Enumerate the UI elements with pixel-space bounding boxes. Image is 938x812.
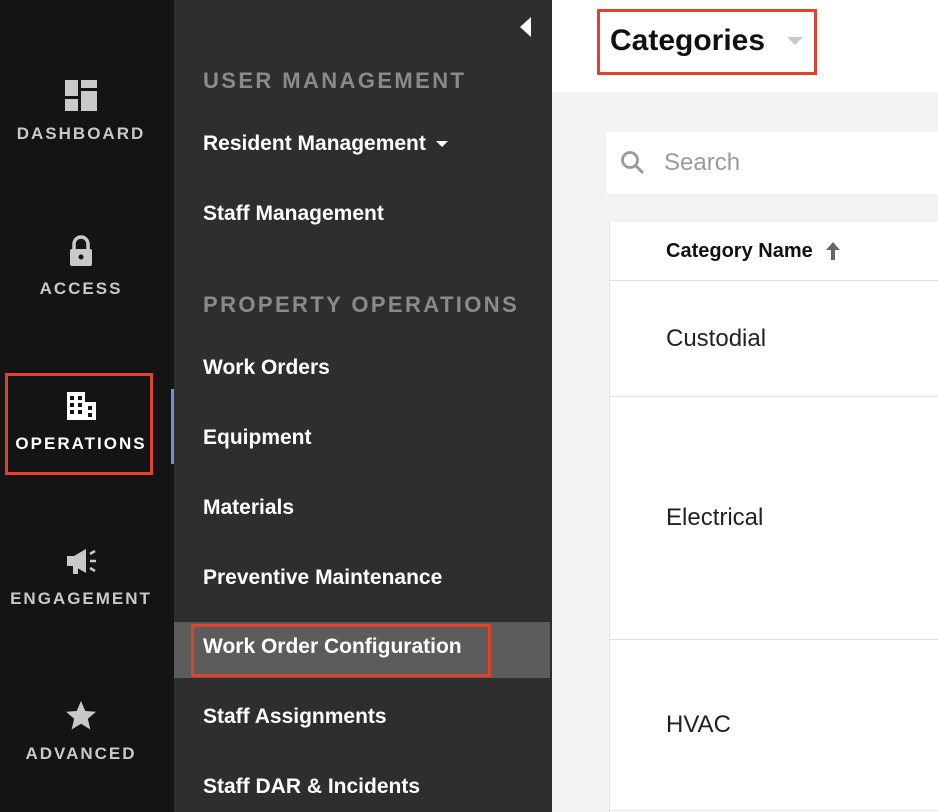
rail-label: ADVANCED: [25, 744, 137, 763]
menu-item-label: Staff DAR & Incidents: [203, 775, 421, 798]
menu-item-resident-management[interactable]: Resident Management: [203, 132, 448, 156]
rail-item-dashboard[interactable]: DASHBOARD: [0, 78, 162, 178]
page-header: Categories: [552, 0, 938, 92]
menu-item-preventive-maintenance[interactable]: Preventive Maintenance: [203, 566, 442, 590]
search-bar: [606, 132, 938, 194]
caret-left-icon: [518, 16, 532, 43]
categories-table: Category Name Custodial Electrical HVAC: [609, 222, 938, 812]
menu-item-label: Work Orders: [203, 356, 330, 379]
dashboard-icon: [63, 78, 99, 114]
work-order-configuration-highlight-box: [191, 624, 491, 677]
search-input[interactable]: [662, 148, 926, 178]
menu-item-label: Equipment: [203, 426, 312, 449]
section-header-user-management: USER MANAGEMENT: [203, 68, 467, 93]
menu-item-label: Staff Management: [203, 202, 384, 225]
submenu-panel: USER MANAGEMENT Resident Management Staf…: [174, 0, 552, 812]
menu-item-label: Preventive Maintenance: [203, 566, 443, 589]
rail-label: ACCESS: [39, 279, 123, 298]
column-header-category-name[interactable]: Category Name: [666, 240, 813, 263]
table-row[interactable]: HVAC: [610, 640, 938, 811]
table-row[interactable]: Electrical: [610, 397, 938, 640]
rail-item-advanced[interactable]: ADVANCED: [0, 698, 162, 798]
nav-rail: DASHBOARD ACCESS OPERATIONS ENGAGEMENT A…: [0, 0, 174, 812]
table-cell-category: HVAC: [666, 711, 731, 738]
title-highlight-box: [597, 9, 817, 75]
operations-highlight-box: [5, 373, 153, 475]
megaphone-icon: [63, 543, 99, 579]
rail-label: DASHBOARD: [16, 124, 146, 143]
rail-label: ENGAGEMENT: [10, 589, 152, 608]
menu-item-staff-management[interactable]: Staff Management: [203, 202, 384, 226]
menu-item-staff-dar-incidents[interactable]: Staff DAR & Incidents: [203, 775, 420, 799]
menu-item-staff-assignments[interactable]: Staff Assignments: [203, 705, 387, 729]
menu-item-equipment[interactable]: Equipment: [203, 426, 312, 450]
table-row[interactable]: Custodial: [610, 281, 938, 397]
rail-item-engagement[interactable]: ENGAGEMENT: [0, 543, 162, 643]
main-content: Categories Category Name Custodial Elect…: [552, 0, 938, 812]
lock-icon: [63, 233, 99, 269]
menu-item-label: Materials: [203, 496, 295, 519]
section-header-property-operations: PROPERTY OPERATIONS: [203, 292, 520, 317]
menu-item-materials[interactable]: Materials: [203, 496, 294, 520]
table-cell-category: Electrical: [666, 504, 764, 531]
star-icon: [63, 698, 99, 734]
menu-item-work-orders[interactable]: Work Orders: [203, 356, 330, 380]
menu-item-label: Resident Management: [203, 132, 426, 155]
search-icon: [620, 150, 646, 176]
table-cell-category: Custodial: [666, 324, 767, 352]
sort-arrow-up-icon[interactable]: [825, 241, 841, 261]
collapse-panel-button[interactable]: [516, 16, 534, 43]
table-header: Category Name: [610, 222, 938, 281]
chevron-down-icon: [435, 141, 448, 147]
menu-item-label: Staff Assignments: [203, 705, 387, 728]
rail-item-access[interactable]: ACCESS: [0, 233, 162, 333]
